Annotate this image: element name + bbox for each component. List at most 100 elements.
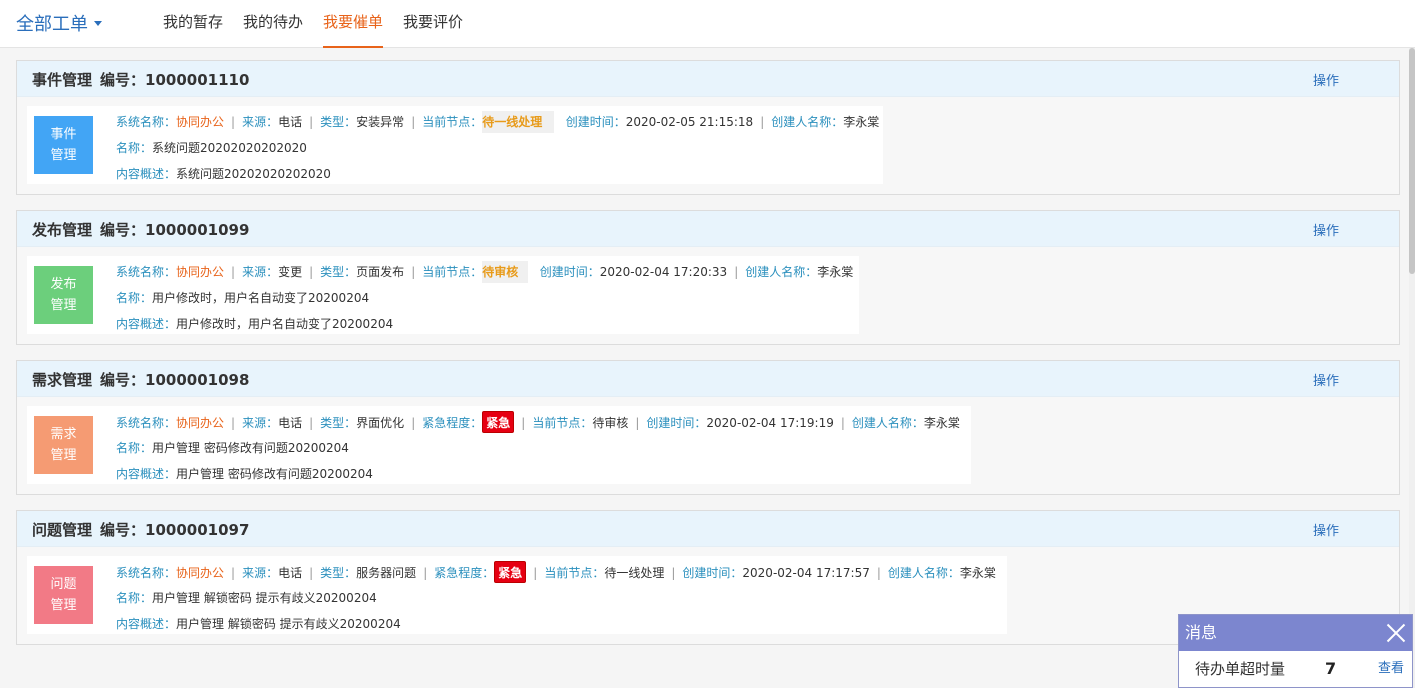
badge-line2: 管理 bbox=[50, 598, 77, 613]
summary-value: 用户修改时，用户名自动变了20200204 bbox=[176, 317, 394, 331]
separator: | bbox=[309, 265, 314, 279]
separator: | bbox=[411, 115, 416, 129]
system-name-label: 系统名称： bbox=[116, 566, 177, 580]
source-label: 来源： bbox=[242, 566, 279, 580]
separator: | bbox=[635, 416, 640, 430]
current-node-label: 当前节点： bbox=[422, 265, 483, 279]
name-value: 用户修改时，用户名自动变了20200204 bbox=[152, 291, 370, 305]
badge-line2: 管理 bbox=[50, 148, 77, 163]
ticket-summary-line: 内容概述：用户管理 解锁密码 提示有歧义20200204 bbox=[116, 613, 995, 639]
separator: | bbox=[231, 265, 236, 279]
source-label: 来源： bbox=[242, 416, 279, 430]
ticket-number: 1000001110 bbox=[145, 71, 250, 89]
type-label: 类型： bbox=[320, 566, 357, 580]
ticket-title: 问题管理 编号：1000001097 bbox=[32, 519, 249, 540]
summary-label: 内容概述： bbox=[116, 167, 177, 181]
ticket-meta-line: 系统名称：协同办公 | 来源：电话 | 类型：安装异常 | 当前节点：待一线处理 创建时间：… bbox=[116, 111, 879, 137]
ticket-summary-line: 内容概述：用户管理 密码修改有问题20200204 bbox=[116, 463, 959, 489]
create-time-value: 2020-02-04 17:19:19 bbox=[706, 416, 834, 430]
separator: | bbox=[734, 265, 739, 279]
separator: | bbox=[231, 566, 236, 580]
system-name-value: 协同办公 bbox=[176, 115, 225, 129]
creator-value: 李永棠 bbox=[959, 566, 996, 580]
ticket-summary-line: 内容概述：用户修改时，用户名自动变了20200204 bbox=[116, 313, 847, 339]
separator: | bbox=[671, 566, 676, 580]
create-time-value: 2020-02-05 21:15:18 bbox=[625, 115, 754, 129]
urgency-badge: 紧急 bbox=[482, 411, 515, 433]
ticket-name-line: 名称：系统问题20202020202020 bbox=[116, 137, 871, 163]
tab-bar: 我的暂存 我的待办 我要催单 我要评价 bbox=[163, 0, 483, 48]
message-header: 消息 bbox=[1179, 615, 1412, 651]
scrollbar[interactable] bbox=[1409, 48, 1415, 688]
ticket-header: 事件管理 编号：1000001110 操作 bbox=[17, 61, 1399, 97]
tab-urge[interactable]: 我要催单 bbox=[323, 0, 384, 48]
ticket-meta-line: 系统名称：协同办公 | 来源：变更 | 类型：页面发布 | 当前节点：待审核 创建时间：20… bbox=[116, 261, 853, 287]
create-time-value: 2020-02-04 17:17:57 bbox=[742, 566, 870, 580]
scrollbar-thumb[interactable] bbox=[1409, 48, 1415, 274]
ticket-card: 需求管理 编号：1000001098 操作 需求 管理 系统名称：协同办公 | 来源：… bbox=[16, 360, 1400, 495]
badge-line1: 问题 bbox=[50, 577, 77, 592]
category-badge: 事件 管理 bbox=[34, 116, 93, 174]
name-value: 系统问题20202020202020 bbox=[152, 141, 307, 155]
operation-link[interactable]: 操作 bbox=[1313, 220, 1339, 239]
separator: | bbox=[840, 416, 845, 430]
ticket-title: 需求管理 编号：1000001098 bbox=[32, 369, 249, 390]
type-value: 页面发布 bbox=[356, 265, 405, 279]
ticket-header: 发布管理 编号：1000001099 操作 bbox=[17, 211, 1399, 247]
ticket-number-label: 编号： bbox=[100, 371, 146, 389]
ticket-body: 需求 管理 系统名称：协同办公 | 来源：电话 | 类型：界面优化 | 紧急程度： 紧急 | 当前… bbox=[27, 406, 971, 484]
ticket-title: 事件管理 编号：1000001110 bbox=[32, 69, 249, 90]
source-value: 电话 bbox=[278, 566, 303, 580]
ticket-category: 发布管理 bbox=[32, 221, 93, 239]
category-badge: 需求 管理 bbox=[34, 416, 93, 474]
tab-drafts[interactable]: 我的暂存 bbox=[163, 0, 223, 48]
name-value: 用户管理 密码修改有问题20200204 bbox=[152, 441, 349, 455]
close-icon[interactable] bbox=[1384, 621, 1408, 645]
ticket-number: 1000001097 bbox=[145, 521, 250, 539]
message-popup: 消息 待办单超时量 7 查看 bbox=[1178, 614, 1413, 688]
view-link[interactable]: 查看 bbox=[1378, 651, 1404, 687]
system-name-label: 系统名称： bbox=[116, 416, 177, 430]
source-value: 电话 bbox=[278, 416, 303, 430]
ticket-card: 发布管理 编号：1000001099 操作 发布 管理 系统名称：协同办公 | 来源：… bbox=[16, 210, 1400, 345]
operation-link[interactable]: 操作 bbox=[1313, 520, 1339, 539]
summary-label: 内容概述： bbox=[116, 317, 177, 331]
category-badge: 问题 管理 bbox=[34, 566, 93, 624]
creator-label: 创建人名称： bbox=[887, 566, 960, 580]
caret-down-icon bbox=[94, 20, 102, 26]
operation-link[interactable]: 操作 bbox=[1313, 370, 1339, 389]
badge-line1: 事件 bbox=[50, 127, 77, 142]
name-label: 名称： bbox=[116, 291, 153, 305]
type-label: 类型： bbox=[320, 115, 357, 129]
type-value: 界面优化 bbox=[356, 416, 405, 430]
tab-evaluate[interactable]: 我要评价 bbox=[403, 0, 463, 48]
ticket-body: 事件 管理 系统名称：协同办公 | 来源：电话 | 类型：安装异常 | 当前节点：待一线处理… bbox=[27, 106, 883, 184]
separator: | bbox=[760, 115, 765, 129]
system-name-label: 系统名称： bbox=[116, 265, 177, 279]
summary-value: 用户管理 密码修改有问题20200204 bbox=[176, 467, 373, 481]
separator: | bbox=[533, 566, 538, 580]
ticket-name-line: 名称：用户修改时，用户名自动变了20200204 bbox=[116, 287, 847, 313]
separator: | bbox=[309, 416, 314, 430]
dropdown-label: 全部工单 bbox=[16, 14, 88, 35]
name-label: 名称： bbox=[116, 441, 153, 455]
ticket-category: 需求管理 bbox=[32, 371, 93, 389]
summary-value: 系统问题20202020202020 bbox=[176, 167, 331, 181]
current-node-value: 待一线处理 bbox=[482, 111, 555, 133]
name-label: 名称： bbox=[116, 591, 153, 605]
source-label: 来源： bbox=[242, 265, 279, 279]
create-time-label: 创建时间： bbox=[646, 416, 707, 430]
ticket-body: 发布 管理 系统名称：协同办公 | 来源：变更 | 类型：页面发布 | 当前节点：待审核 创… bbox=[27, 256, 859, 334]
create-time-label: 创建时间： bbox=[682, 566, 743, 580]
creator-value: 李永棠 bbox=[843, 115, 880, 129]
tab-todo[interactable]: 我的待办 bbox=[243, 0, 303, 48]
current-node-value: 待一线处理 bbox=[604, 566, 665, 580]
order-scope-dropdown[interactable]: 全部工单 bbox=[16, 10, 102, 36]
type-label: 类型： bbox=[320, 416, 357, 430]
operation-link[interactable]: 操作 bbox=[1313, 70, 1339, 89]
badge-line1: 需求 bbox=[50, 427, 77, 442]
type-label: 类型： bbox=[320, 265, 357, 279]
ticket-card: 事件管理 编号：1000001110 操作 事件 管理 系统名称：协同办公 | 来源：… bbox=[16, 60, 1400, 195]
system-name-label: 系统名称： bbox=[116, 115, 177, 129]
creator-label: 创建人名称： bbox=[745, 265, 818, 279]
